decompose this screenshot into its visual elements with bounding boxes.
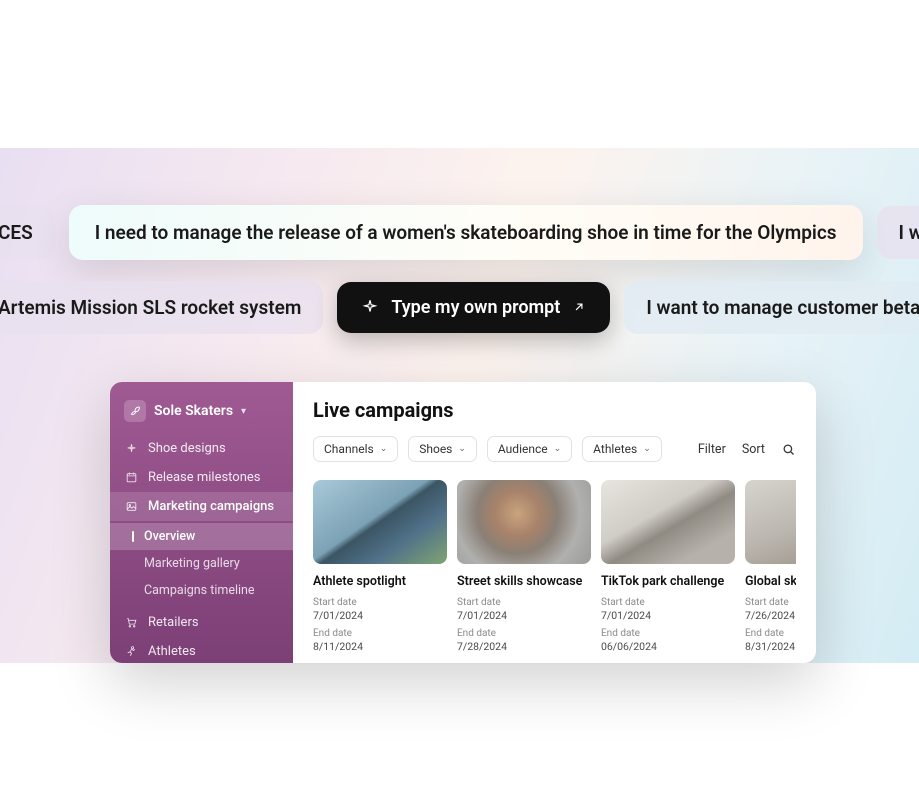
chevron-down-icon: ⌄: [458, 444, 466, 454]
workspace-switcher[interactable]: Sole Skaters ▾: [110, 396, 293, 434]
sidebar-item-release-milestones[interactable]: Release milestones: [110, 463, 293, 492]
sidebar-item-athletes[interactable]: Athletes: [110, 637, 293, 663]
sidebar-sub-timeline[interactable]: Campaigns timeline: [110, 577, 293, 604]
sidebar-sub-overview[interactable]: Overview: [110, 523, 293, 550]
filter-label: Athletes: [593, 442, 637, 456]
sidebar-sub-gallery[interactable]: Marketing gallery: [110, 550, 293, 577]
end-date: 8/11/2024: [313, 640, 447, 653]
campaign-cards: Athlete spotlight Start date 7/01/2024 E…: [313, 480, 796, 653]
campaign-title: Global skatebo: [745, 574, 796, 589]
chevron-down-icon: ⌄: [643, 444, 651, 454]
sidebar-item-label: Retailers: [148, 615, 199, 630]
sidebar-item-label: Athletes: [148, 644, 196, 659]
filter-label: Audience: [498, 442, 548, 456]
start-date-label: Start date: [745, 597, 796, 608]
end-date: 06/06/2024: [601, 640, 735, 653]
campaign-title: TikTok park challenge: [601, 574, 735, 589]
sidebar-subnav: Overview Marketing gallery Campaigns tim…: [110, 521, 293, 608]
prompt-chip-highlight[interactable]: I need to manage the release of a women'…: [69, 205, 863, 260]
start-date: 7/26/2024: [745, 609, 796, 622]
campaign-thumbnail: [313, 480, 447, 564]
page-title: Live campaigns: [313, 398, 796, 422]
cart-icon: [124, 616, 138, 629]
start-date-label: Start date: [601, 597, 735, 608]
start-date: 7/01/2024: [313, 609, 447, 622]
workspace-icon: [124, 400, 146, 422]
type-own-prompt-label: Type my own prompt: [391, 297, 560, 318]
end-date: 8/31/2024: [745, 640, 796, 653]
right-controls: Filter Sort: [698, 442, 796, 457]
filter-label: Channels: [324, 442, 374, 456]
sparkle-icon: [361, 298, 379, 316]
start-date-label: Start date: [313, 597, 447, 608]
end-date-label: End date: [457, 628, 591, 639]
campaign-card[interactable]: Street skills showcase Start date 7/01/2…: [457, 480, 591, 653]
sidebar-item-retailers[interactable]: Retailers: [110, 608, 293, 637]
campaign-thumbnail: [457, 480, 591, 564]
main-content: Live campaigns Channels ⌄ Shoes ⌄ Audien…: [293, 382, 816, 663]
campaign-card[interactable]: TikTok park challenge Start date 7/01/20…: [601, 480, 735, 653]
end-date-label: End date: [601, 628, 735, 639]
start-date: 7/01/2024: [457, 609, 591, 622]
end-date-label: End date: [313, 628, 447, 639]
type-own-prompt-button[interactable]: Type my own prompt: [337, 282, 610, 333]
campaign-title: Street skills showcase: [457, 574, 591, 589]
start-date-label: Start date: [457, 597, 591, 608]
running-icon: [124, 645, 138, 658]
prompt-row-1: CES I need to manage the release of a wo…: [0, 203, 919, 261]
sidebar: Sole Skaters ▾ Shoe designs Release mile…: [110, 382, 293, 663]
filter-athletes[interactable]: Athletes ⌄: [582, 436, 662, 462]
filter-audience[interactable]: Audience ⌄: [487, 436, 572, 462]
prompt-chip-artemis[interactable]: Artemis Mission SLS rocket system: [0, 281, 323, 334]
sidebar-item-label: Release milestones: [148, 470, 261, 485]
sidebar-item-shoe-designs[interactable]: Shoe designs: [110, 434, 293, 463]
filter-row: Channels ⌄ Shoes ⌄ Audience ⌄ Athletes ⌄…: [313, 436, 796, 462]
arrow-up-right-icon: [572, 300, 586, 314]
prompt-chip-beta[interactable]: I want to manage customer beta p: [624, 281, 919, 334]
campaign-card[interactable]: Athlete spotlight Start date 7/01/2024 E…: [313, 480, 447, 653]
end-date: 7/28/2024: [457, 640, 591, 653]
app-window: Sole Skaters ▾ Shoe designs Release mile…: [110, 382, 816, 663]
campaign-title: Athlete spotlight: [313, 574, 447, 589]
sort-button[interactable]: Sort: [742, 442, 765, 457]
filter-button[interactable]: Filter: [698, 442, 726, 457]
start-date: 7/01/2024: [601, 609, 735, 622]
image-icon: [124, 500, 138, 513]
sidebar-item-label: Marketing campaigns: [148, 499, 274, 514]
end-date-label: End date: [745, 628, 796, 639]
filter-shoes[interactable]: Shoes ⌄: [408, 436, 477, 462]
calendar-icon: [124, 471, 138, 484]
sidebar-item-marketing-campaigns[interactable]: Marketing campaigns: [110, 492, 293, 521]
prompt-chip-ces[interactable]: CES: [0, 206, 55, 259]
sparkle-icon: [124, 442, 138, 455]
chevron-down-icon: ⌄: [554, 444, 562, 454]
sidebar-item-label: Shoe designs: [148, 441, 226, 456]
chevron-down-icon: ⌄: [380, 444, 388, 454]
campaign-thumbnail: [745, 480, 796, 564]
filter-label: Shoes: [419, 442, 452, 456]
prompt-chip-partial-right[interactable]: I war: [877, 206, 919, 259]
workspace-name: Sole Skaters: [154, 403, 233, 419]
campaign-card[interactable]: Global skatebo Start date 7/26/2024 End …: [745, 480, 796, 653]
chevron-down-icon: ▾: [241, 406, 246, 417]
search-icon[interactable]: [781, 442, 796, 457]
prompt-row-2: Artemis Mission SLS rocket system Type m…: [0, 278, 919, 336]
campaign-thumbnail: [601, 480, 735, 564]
filter-channels[interactable]: Channels ⌄: [313, 436, 398, 462]
